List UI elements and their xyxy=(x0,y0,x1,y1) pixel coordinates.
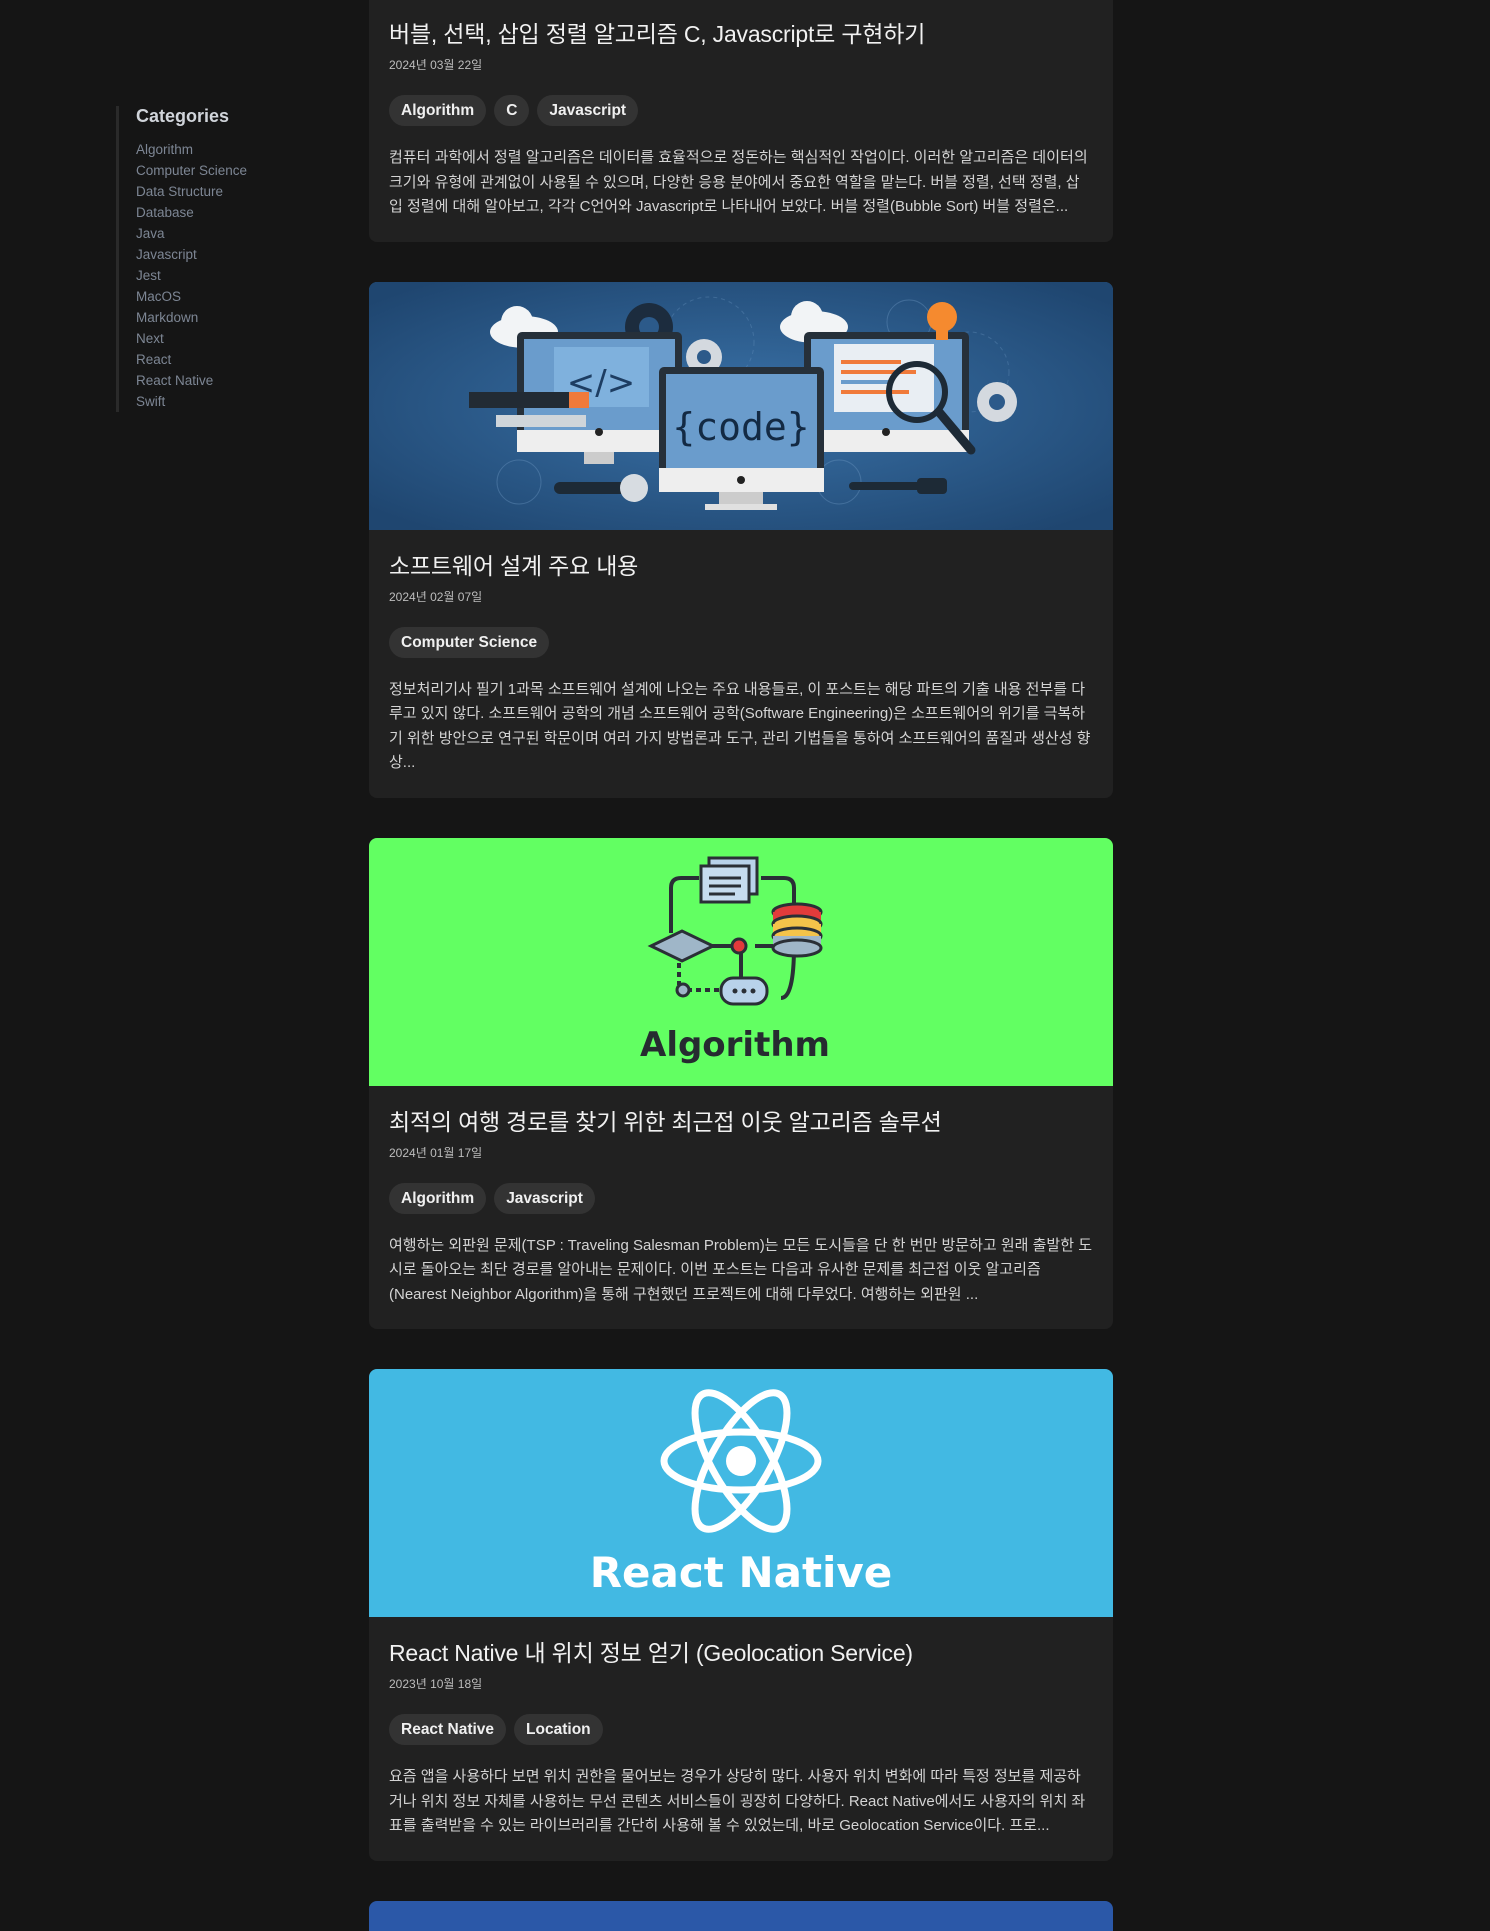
post-title[interactable]: 소프트웨어 설계 주요 내용 xyxy=(389,550,1093,582)
post-body: 소프트웨어 설계 주요 내용 2024년 02월 07일 Computer Sc… xyxy=(369,530,1113,798)
post-feed: 버블, 선택, 삽입 정렬 알고리즘 C, Javascript로 구현하기 2… xyxy=(369,0,1113,1931)
category-link[interactable]: Data Structure xyxy=(136,181,247,202)
categories-sidebar: Categories Algorithm Computer Science Da… xyxy=(116,106,247,412)
post-title[interactable]: React Native 내 위치 정보 얻기 (Geolocation Ser… xyxy=(389,1637,1093,1669)
post-card[interactable]: React Native React Native 내 위치 정보 얻기 (Ge… xyxy=(369,1369,1113,1861)
category-link[interactable]: Javascript xyxy=(136,244,247,265)
post-date: 2024년 03월 22일 xyxy=(389,58,483,72)
category-link[interactable]: Jest xyxy=(136,265,247,286)
post-date: 2024년 02월 07일 xyxy=(389,589,483,604)
code-illustration: </> {code} xyxy=(369,281,1113,530)
post-body: 최적의 여행 경로를 찾기 위한 최근접 이웃 알고리즘 솔루션 2024년 0… xyxy=(369,1086,1113,1330)
algorithm-image-text: Algorithm xyxy=(640,1025,830,1065)
category-link[interactable]: Computer Science xyxy=(136,160,247,181)
tag-chip[interactable]: Javascript xyxy=(494,1182,595,1214)
tag-chip[interactable]: C xyxy=(494,95,530,126)
category-link[interactable]: Java xyxy=(136,223,247,244)
code-image-text: {code} xyxy=(672,405,809,449)
post-card[interactable]: 버블, 선택, 삽입 정렬 알고리즘 C, Javascript로 구현하기 2… xyxy=(369,0,1113,242)
post-card[interactable]: </> {code} 소프트웨어 설계 주요 내용 2024년 02월 07일 … xyxy=(369,281,1113,798)
category-list: Algorithm Computer Science Data Structur… xyxy=(136,139,247,412)
category-link[interactable]: Algorithm xyxy=(136,139,247,160)
category-link[interactable]: Next xyxy=(136,328,247,349)
post-thumbnail[interactable]: </> {code} xyxy=(369,281,1113,530)
category-link[interactable]: MacOS xyxy=(136,286,247,307)
post-excerpt: 정보처리기사 필기 1과목 소프트웨어 설계에 나오는 주요 내용들로, 이 포… xyxy=(389,680,1091,772)
tag-chip[interactable]: Algorithm xyxy=(389,1182,487,1214)
post-title[interactable]: 버블, 선택, 삽입 정렬 알고리즘 C, Javascript로 구현하기 xyxy=(389,18,1093,50)
next-post-thumbnail[interactable] xyxy=(369,1900,1113,1931)
algorithm-illustration: Algorithm xyxy=(640,856,830,1065)
post-card[interactable]: Algorithm 최적의 여행 경로를 찾기 위한 최근접 이웃 알고리즘 솔… xyxy=(369,837,1113,1330)
post-excerpt: 여행하는 외판원 문제(TSP : Traveling Salesman Pro… xyxy=(389,1236,1092,1303)
post-excerpt: 컴퓨터 과학에서 정렬 알고리즘은 데이터를 효율적으로 정돈하는 핵심적인 작… xyxy=(389,149,1088,215)
category-link[interactable]: React Native xyxy=(136,370,247,391)
categories-title: Categories xyxy=(136,106,230,126)
category-link[interactable]: React xyxy=(136,349,247,370)
post-body: 버블, 선택, 삽입 정렬 알고리즘 C, Javascript로 구현하기 2… xyxy=(369,0,1113,242)
tag-chip[interactable]: React Native xyxy=(389,1714,507,1745)
category-link[interactable]: Markdown xyxy=(136,307,247,328)
tag-chip[interactable]: Algorithm xyxy=(389,95,487,126)
category-link[interactable]: Swift xyxy=(136,391,247,412)
tag-chip[interactable]: Location xyxy=(514,1714,603,1745)
tag-list: Computer Science xyxy=(389,626,1093,658)
react-native-illustration: React Native xyxy=(590,1389,893,1597)
post-excerpt: 요즘 앱을 사용하다 보면 위치 권한을 물어보는 경우가 상당히 많다. 사용… xyxy=(389,1768,1086,1834)
post-thumbnail[interactable]: React Native xyxy=(369,1369,1113,1617)
tag-list: React Native Location xyxy=(389,1714,1093,1745)
post-thumbnail[interactable]: Algorithm xyxy=(369,837,1113,1086)
post-title[interactable]: 최적의 여행 경로를 찾기 위한 최근접 이웃 알고리즘 솔루션 xyxy=(389,1106,1093,1138)
post-body: React Native 내 위치 정보 얻기 (Geolocation Ser… xyxy=(369,1617,1113,1861)
tag-chip[interactable]: Javascript xyxy=(537,95,639,126)
tag-chip[interactable]: Computer Science xyxy=(389,626,550,658)
tag-list: Algorithm C Javascript xyxy=(389,95,1093,126)
tag-list: Algorithm Javascript xyxy=(389,1182,1093,1214)
category-link[interactable]: Database xyxy=(136,202,247,223)
post-date: 2024년 01월 17일 xyxy=(389,1145,483,1160)
post-date: 2023년 10월 18일 xyxy=(389,1677,483,1691)
react-native-image-text: React Native xyxy=(590,1548,893,1597)
